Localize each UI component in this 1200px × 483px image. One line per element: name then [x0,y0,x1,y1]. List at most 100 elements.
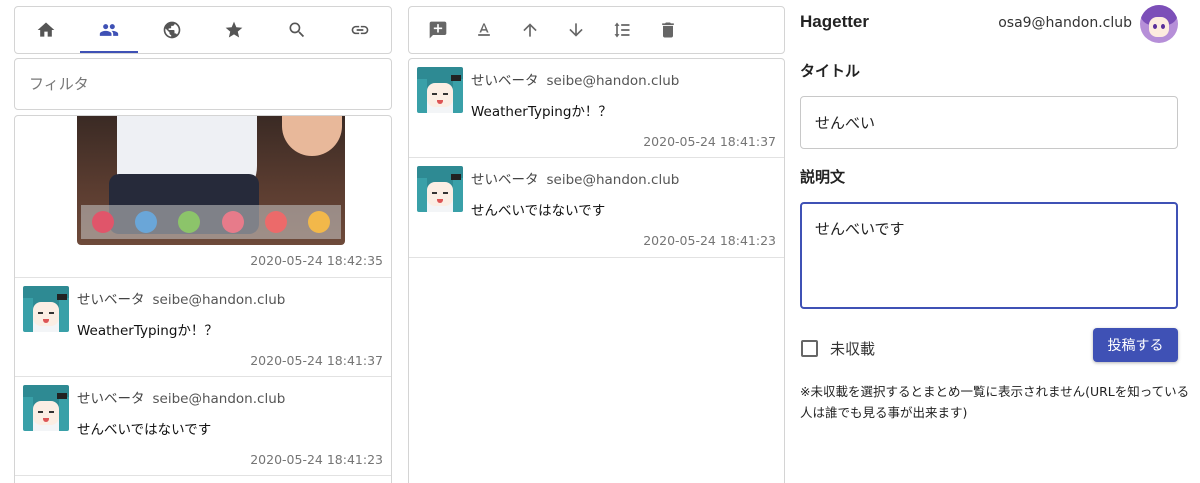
unlisted-checkbox[interactable] [801,340,818,357]
avatar-twintail [417,79,427,113]
move-up-button[interactable] [507,10,553,50]
attached-image[interactable] [77,116,345,245]
display-name: せいベータ [471,73,539,89]
star-icon [226,21,243,38]
avatar-eye [432,192,437,194]
post-timestamp: 2020-05-24 18:42:35 [250,253,383,268]
account-handle: seibe@handon.club [546,73,680,89]
list-item[interactable]: せいベータ seibe@handon.club WeatherTypingか！？ … [15,278,391,377]
unlisted-label: 未収載 [830,340,876,358]
sort-button[interactable] [599,10,645,50]
post-author: せいベータ seibe@handon.club [77,387,285,407]
list-item[interactable]: せいベータ seibe@handon.club せんべいではないです 2020-0… [409,158,784,258]
link-icon [351,25,369,35]
filter-box [14,58,392,110]
avatar-eye [443,192,448,194]
globe-icon [163,21,181,39]
sort-icon [614,22,630,38]
user-avatar-face [1149,17,1169,37]
post-timestamp: 2020-05-24 18:41:23 [250,452,383,467]
people-icon [99,24,119,36]
avatar-twintail [453,79,463,113]
display-name: せいベータ [77,391,145,407]
post-timestamp: 2020-05-24 18:41:37 [250,353,383,368]
user-avatar[interactable] [1140,5,1178,43]
user-avatar-eye [1161,24,1165,29]
delete-button[interactable] [645,10,691,50]
account-handle: seibe@handon.club [152,391,286,407]
submit-button[interactable]: 投稿する [1093,328,1178,362]
image-menu-icon [264,211,287,233]
add-comment-button[interactable] [415,10,461,50]
list-item[interactable]: せいベータ seibe@handon.club せんべいではないです 2020-0… [15,377,391,476]
description-input[interactable]: せんべいです [800,202,1178,309]
avatar[interactable] [417,67,463,113]
avatar[interactable] [417,166,463,212]
editor-toolbar [408,6,785,54]
image-menu-icon [308,211,331,233]
post-timestamp: 2020-05-24 18:41:23 [643,233,776,248]
unlisted-toggle[interactable]: 未収載 [801,338,875,359]
account-handle: seibe@handon.club [546,172,680,188]
display-name: せいベータ [77,292,145,308]
arrow-down-icon [569,23,583,37]
display-name: せいベータ [471,172,539,188]
post-author: せいベータ seibe@handon.club [471,168,679,188]
avatar-eye [49,312,54,314]
search-icon [289,22,305,38]
avatar-hairband [57,294,67,300]
left-column-tabs [14,6,392,54]
avatar-hairband [57,393,67,399]
tab-link[interactable] [328,7,391,53]
unlisted-note: ※未収載を選択するとまとめ一覧に表示されません(URLを知っている人は誰でも見る… [800,384,1190,420]
list-item[interactable]: せいベータ seibe@handon.club WeatherTypingか！？ … [409,59,784,158]
image-menu-icon [178,211,201,233]
title-label: タイトル [800,62,861,80]
avatar-hairband [451,75,461,81]
avatar-eye [38,312,43,314]
selected-posts-list[interactable]: せいベータ seibe@handon.club WeatherTypingか！？ … [408,58,785,483]
avatar[interactable] [23,385,69,431]
tab-favourites[interactable] [203,7,266,53]
tab-federated[interactable] [140,7,203,53]
arrow-up-icon [523,23,537,37]
avatar-twintail [23,397,33,431]
user-avatar-eye [1153,24,1157,29]
image-menu-icon [91,211,114,233]
description-label: 説明文 [800,168,846,186]
text-format-button[interactable] [461,10,507,50]
avatar-hairband [451,174,461,180]
user-handle: osa9@handon.club [998,15,1132,31]
avatar-twintail [417,178,427,212]
post-text: WeatherTypingか！？ [471,104,612,120]
avatar-twintail [453,178,463,212]
image-menu-icon [221,211,244,233]
avatar[interactable] [23,286,69,332]
tab-local[interactable] [78,7,141,53]
tab-search[interactable] [266,7,329,53]
avatar-twintail [23,298,33,332]
image-hand [282,116,342,156]
move-down-button[interactable] [553,10,599,50]
post-text: WeatherTypingか！？ [77,323,218,339]
post-author: せいベータ seibe@handon.club [77,288,285,308]
left-timeline[interactable]: 2020-05-24 18:42:35 せいベータ seibe@handon.cl… [14,115,392,483]
account-handle: seibe@handon.club [152,292,286,308]
trash-icon [662,22,674,38]
tab-home[interactable] [15,7,78,53]
add-comment-icon [429,21,447,39]
title-input[interactable] [800,96,1178,149]
filter-input[interactable] [15,59,391,109]
avatar-twintail [59,298,69,332]
post-text: せんべいではないです [77,422,212,438]
avatar-eye [443,93,448,95]
avatar-twintail [59,397,69,431]
avatar-eye [432,93,437,95]
avatar-eye [49,411,54,413]
image-post[interactable]: 2020-05-24 18:42:35 [15,116,391,278]
text-format-icon [478,23,490,36]
post-author: せいベータ seibe@handon.club [471,69,679,89]
post-timestamp: 2020-05-24 18:41:37 [643,134,776,149]
image-menu-bar [81,205,341,239]
image-menu-icon [134,211,157,233]
